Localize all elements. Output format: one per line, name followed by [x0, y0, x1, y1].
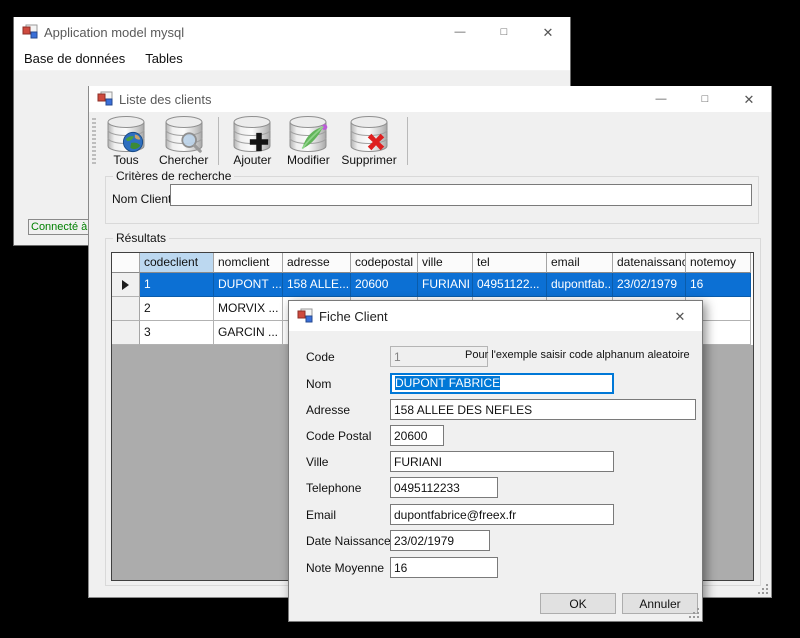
ajouter-label: Ajouter	[233, 153, 271, 167]
cell-nomclient[interactable]: MORVIX ...	[214, 297, 283, 321]
cell-email[interactable]: dupontfab...	[547, 273, 613, 297]
nom-client-label: Nom Client	[112, 192, 171, 206]
toolbar-separator	[407, 117, 408, 165]
nom-label: Nom	[306, 374, 331, 394]
search-icon	[180, 131, 202, 153]
telephone-label: Telephone	[306, 478, 361, 498]
menu-item-base-de-donnees[interactable]: Base de données	[14, 47, 135, 70]
cell-nomclient[interactable]: GARCIN ...	[214, 321, 283, 345]
email-label: Email	[306, 505, 336, 525]
row-pointer-icon	[122, 280, 129, 290]
minimize-icon[interactable]: —	[438, 17, 482, 47]
cell-datenaissance[interactable]: 23/02/1979	[613, 273, 686, 297]
tous-label: Tous	[113, 153, 138, 167]
close-icon[interactable]: ✕	[526, 17, 570, 47]
column-header-ville[interactable]: ville	[418, 253, 473, 273]
chercher-button[interactable]: Chercher	[154, 114, 213, 168]
ville-label: Ville	[306, 452, 328, 472]
current-row-pointer[interactable]	[112, 273, 140, 297]
table-row[interactable]: 1 DUPONT ... 158 ALLE... 20600 FURIANI 0…	[112, 273, 753, 297]
maximize-icon[interactable]: □	[683, 86, 727, 112]
list-titlebar[interactable]: Liste des clients — □ ✕	[89, 86, 771, 112]
close-icon[interactable]: ✕	[727, 86, 771, 112]
cell-nomclient[interactable]: DUPONT ...	[214, 273, 283, 297]
column-header-adresse[interactable]: adresse	[283, 253, 351, 273]
ville-field[interactable]	[390, 451, 614, 472]
adresse-field[interactable]	[390, 399, 696, 420]
list-window-title: Liste des clients	[119, 92, 212, 107]
selected-text: DUPONT FABRICE	[395, 376, 500, 390]
criteres-group-title: Critères de recherche	[113, 169, 234, 183]
resize-grip-icon[interactable]	[689, 608, 699, 618]
date-naissance-label: Date Naissance	[306, 531, 391, 551]
code-postal-field[interactable]	[390, 425, 444, 446]
ajouter-button[interactable]: Ajouter	[224, 114, 280, 168]
resultats-group-title: Résultats	[113, 231, 169, 245]
maximize-icon[interactable]: □	[482, 17, 526, 47]
winforms-app-icon	[22, 24, 38, 40]
modifier-label: Modifier	[287, 153, 330, 167]
adresse-label: Adresse	[306, 400, 350, 420]
cell-codeclient[interactable]: 2	[140, 297, 214, 321]
nom-client-input[interactable]	[170, 184, 752, 206]
desktop: Application model mysql — □ ✕ Base de do…	[0, 0, 800, 638]
status-connected-label: Connecté à	[28, 219, 92, 235]
supprimer-label: Supprimer	[341, 153, 396, 167]
cell-codeclient[interactable]: 1	[140, 273, 214, 297]
cell-ville[interactable]: FURIANI	[418, 273, 473, 297]
cell-codeclient[interactable]: 3	[140, 321, 214, 345]
globe-icon	[122, 131, 144, 153]
column-header-codeclient[interactable]: codeclient	[140, 253, 214, 273]
code-hint-text: Pour l'exemple saisir code alphanum alea…	[465, 349, 690, 361]
clients-toolbar: Tous Chercher	[89, 112, 771, 170]
minimize-icon[interactable]: —	[639, 86, 683, 112]
code-postal-label: Code Postal	[306, 426, 371, 446]
groupbox-criteres-recherche: Critères de recherche Nom Client	[105, 176, 759, 224]
resize-grip-icon[interactable]	[758, 584, 768, 594]
note-moyenne-field[interactable]	[390, 557, 498, 578]
row-selector[interactable]	[112, 297, 140, 321]
column-header-datenaissance[interactable]: datenaissance	[613, 253, 686, 273]
modifier-button[interactable]: Modifier	[280, 114, 336, 168]
toolbar-grip-handle[interactable]	[92, 118, 96, 164]
dialog-titlebar[interactable]: Fiche Client ✕	[289, 301, 702, 331]
close-icon[interactable]: ✕	[658, 301, 702, 331]
column-header-tel[interactable]: tel	[473, 253, 547, 273]
plus-icon	[248, 131, 270, 153]
cell-adresse[interactable]: 158 ALLE...	[283, 273, 351, 297]
row-selector-header[interactable]	[112, 253, 140, 273]
app-menubar: Base de données Tables	[14, 47, 570, 71]
ok-button[interactable]: OK	[540, 593, 616, 614]
winforms-form-icon	[297, 308, 313, 324]
code-label: Code	[306, 347, 335, 367]
column-header-codepostal[interactable]: codepostal	[351, 253, 418, 273]
chercher-label: Chercher	[159, 153, 208, 167]
winforms-form-icon	[97, 91, 113, 107]
cell-codepostal[interactable]: 20600	[351, 273, 418, 297]
grid-header-row: codeclient nomclient adresse codepostal …	[112, 253, 753, 273]
pen-icon	[300, 123, 328, 151]
menu-item-tables[interactable]: Tables	[135, 47, 193, 70]
nom-field[interactable]: DUPONT FABRICE	[390, 373, 614, 394]
column-header-nomclient[interactable]: nomclient	[214, 253, 283, 273]
tous-button[interactable]: Tous	[98, 114, 154, 168]
row-selector[interactable]	[112, 321, 140, 345]
toolbar-separator	[218, 117, 219, 165]
column-header-email[interactable]: email	[547, 253, 613, 273]
app-titlebar[interactable]: Application model mysql — □ ✕	[14, 17, 570, 47]
supprimer-button[interactable]: Supprimer	[336, 114, 401, 168]
cell-tel[interactable]: 04951122...	[473, 273, 547, 297]
column-header-notemoy[interactable]: notemoy	[686, 253, 751, 273]
cell-notemoy[interactable]: 16	[686, 273, 751, 297]
delete-x-icon	[365, 131, 387, 153]
telephone-field[interactable]	[390, 477, 498, 498]
date-naissance-field[interactable]	[390, 530, 490, 551]
dialog-fiche-client: Fiche Client ✕ Code Pour l'exemple saisi…	[288, 300, 703, 622]
note-moyenne-label: Note Moyenne	[306, 558, 384, 578]
dialog-title: Fiche Client	[319, 309, 388, 324]
app-window-title: Application model mysql	[44, 25, 184, 40]
email-field[interactable]	[390, 504, 614, 525]
annuler-button[interactable]: Annuler	[622, 593, 698, 614]
